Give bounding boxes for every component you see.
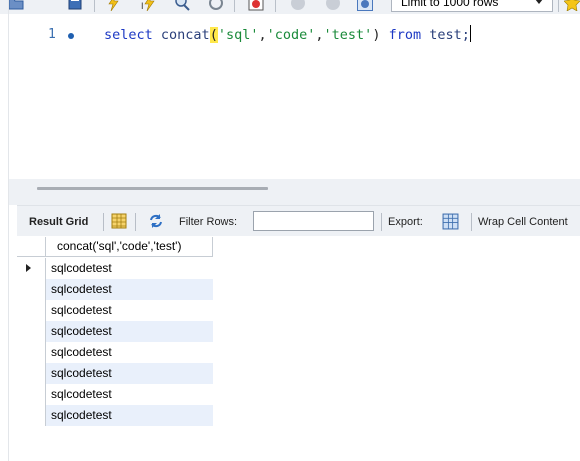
- row-header[interactable]: [17, 321, 46, 342]
- autocommit-icon[interactable]: [357, 0, 373, 11]
- string-literal-code: 'code': [266, 27, 316, 43]
- filter-rows-input[interactable]: [253, 211, 374, 231]
- row-header[interactable]: [17, 300, 46, 321]
- table-cell[interactable]: sqlcodetest: [46, 279, 213, 300]
- editor-gutter: 1: [17, 14, 97, 179]
- result-grid-tab[interactable]: Result Grid: [29, 216, 88, 228]
- horizontal-scrollbar-thumb[interactable]: [37, 187, 268, 190]
- current-row-pointer-icon: [26, 264, 31, 272]
- wrap-cell-content-label[interactable]: Wrap Cell Content: [478, 216, 568, 228]
- toggle-error-icon[interactable]: [248, 0, 264, 11]
- table-cell[interactable]: sqlcodetest: [46, 405, 213, 426]
- table-row[interactable]: sqlcodetest: [17, 300, 213, 321]
- row-header[interactable]: [17, 405, 46, 426]
- table-row[interactable]: sqlcodetest: [17, 258, 213, 279]
- svg-text:I: I: [141, 1, 144, 11]
- table-cell[interactable]: sqlcodetest: [46, 384, 213, 405]
- filter-rows-label: Filter Rows:: [179, 216, 238, 228]
- row-header[interactable]: [17, 279, 46, 300]
- beautify-icon[interactable]: [564, 0, 580, 11]
- table-row[interactable]: sqlcodetest: [17, 342, 213, 363]
- function-name: concat: [160, 27, 210, 43]
- table-cell[interactable]: sqlcodetest: [46, 363, 213, 384]
- grid-view-icon[interactable]: [111, 213, 127, 229]
- result-grid: concat('sql','code','test') sqlcodetest …: [17, 236, 580, 461]
- table-row[interactable]: sqlcodetest: [17, 384, 213, 405]
- text-caret: [469, 25, 471, 42]
- string-literal-sql: 'sql': [217, 27, 259, 43]
- table-row[interactable]: sqlcodetest: [17, 363, 213, 384]
- keyword-from: from: [388, 27, 422, 43]
- row-header-corner: [17, 237, 46, 257]
- execute-icon[interactable]: [106, 0, 122, 11]
- comma: ,: [258, 27, 267, 43]
- statement-marker-icon: [68, 33, 74, 39]
- close-paren: ): [372, 27, 381, 43]
- row-header[interactable]: [17, 342, 46, 363]
- open-paren-highlight: (: [209, 27, 218, 43]
- limit-rows-value: Limit to 1000 rows: [401, 0, 499, 9]
- string-literal-test: 'test': [323, 27, 373, 43]
- table-name: test;: [429, 27, 470, 43]
- save-icon[interactable]: [67, 0, 83, 11]
- table-cell[interactable]: sqlcodetest: [46, 300, 213, 321]
- export-label: Export:: [388, 216, 423, 228]
- explain-icon[interactable]: [175, 0, 191, 11]
- table-cell[interactable]: sqlcodetest: [46, 342, 213, 363]
- chevron-down-icon: [535, 0, 543, 4]
- sql-editor[interactable]: 1 select concat('sql','code','test') fro…: [17, 14, 580, 179]
- table-row[interactable]: sqlcodetest: [17, 321, 213, 342]
- result-toolbar: Result Grid Filter Rows: Export: Wrap Ce…: [17, 205, 580, 236]
- stop-icon[interactable]: [208, 0, 224, 11]
- rollback-icon[interactable]: [325, 0, 341, 11]
- keyword-select: select: [104, 27, 153, 43]
- execute-current-icon[interactable]: I: [141, 0, 157, 11]
- main-toolbar: I Limit to 1000 rows: [0, 0, 580, 14]
- row-header[interactable]: [17, 384, 46, 405]
- table-row[interactable]: sqlcodetest: [17, 279, 213, 300]
- open-folder-icon[interactable]: [8, 0, 24, 11]
- row-header[interactable]: [17, 363, 46, 384]
- limit-rows-select[interactable]: Limit to 1000 rows: [391, 0, 553, 12]
- grid-header: concat('sql','code','test'): [17, 237, 213, 257]
- table-cell[interactable]: sqlcodetest: [46, 321, 213, 342]
- code-line[interactable]: select concat('sql','code','test') from …: [104, 25, 471, 45]
- filter-refresh-icon[interactable]: [148, 213, 164, 229]
- row-header[interactable]: [17, 258, 46, 279]
- comma: ,: [315, 27, 324, 43]
- commit-icon[interactable]: [290, 0, 306, 11]
- table-cell[interactable]: sqlcodetest: [46, 258, 213, 279]
- table-row[interactable]: sqlcodetest: [17, 405, 213, 426]
- export-icon[interactable]: [442, 213, 459, 230]
- line-number: 1: [48, 27, 56, 42]
- column-header[interactable]: concat('sql','code','test'): [46, 237, 213, 257]
- editor-horizontal-scrollbar-area: [9, 179, 580, 205]
- panel-divider: [8, 0, 9, 461]
